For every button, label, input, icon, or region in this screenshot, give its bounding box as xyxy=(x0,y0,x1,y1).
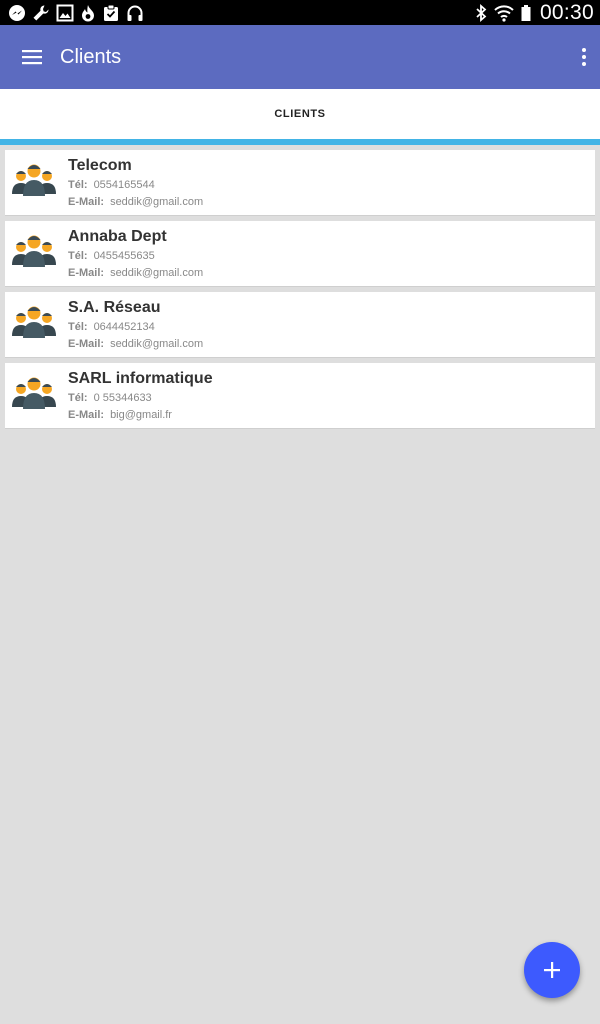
system-icons: 00:30 xyxy=(474,1,594,25)
email-value: big@gmail.fr xyxy=(110,409,172,421)
client-phone: Tél: 0455455635 xyxy=(68,250,155,262)
client-email: E-Mail: seddik@gmail.com xyxy=(68,196,203,208)
list-item[interactable]: S.A. Réseau Tél: 0644452134 E-Mail: seddik… xyxy=(5,292,595,358)
overflow-menu-button[interactable] xyxy=(580,47,588,67)
tab-clients[interactable]: CLIENTS xyxy=(0,89,600,139)
client-name: S.A. Réseau xyxy=(68,299,161,316)
phone-value: 0 55344633 xyxy=(93,392,152,404)
group-avatar-icon xyxy=(12,235,56,267)
clipboard-icon xyxy=(102,4,120,22)
client-email: E-Mail: seddik@gmail.com xyxy=(68,338,203,350)
wifi-icon xyxy=(494,4,514,22)
client-email: E-Mail: big@gmail.fr xyxy=(68,409,172,421)
group-avatar-icon xyxy=(12,306,56,338)
headphones-icon xyxy=(126,4,144,22)
client-phone: Tél: 0554165544 xyxy=(68,179,155,191)
phone-label: Tél: xyxy=(68,392,88,404)
email-value: seddik@gmail.com xyxy=(110,267,204,279)
status-bar: 00:30 xyxy=(0,0,600,25)
phone-value: 0644452134 xyxy=(93,321,155,333)
flame-icon xyxy=(80,4,96,22)
group-avatar-icon xyxy=(12,164,56,196)
client-email: E-Mail: seddik@gmail.com xyxy=(68,267,203,279)
email-value: seddik@gmail.com xyxy=(110,196,204,208)
phone-label: Tél: xyxy=(68,321,88,333)
tab-bar: CLIENTS xyxy=(0,89,600,145)
group-avatar-icon xyxy=(12,377,56,409)
phone-value: 0455455635 xyxy=(93,250,155,262)
client-name: Telecom xyxy=(68,157,132,174)
list-item[interactable]: Annaba Dept Tél: 0455455635 E-Mail: seddik… xyxy=(5,221,595,287)
phone-label: Tél: xyxy=(68,179,88,191)
client-list: Telecom Tél: 0554165544 E-Mail: seddik@gma… xyxy=(5,150,595,434)
phone-label: Tél: xyxy=(68,250,88,262)
tab-indicator xyxy=(0,139,600,145)
phone-value: 0554165544 xyxy=(93,179,155,191)
email-label: E-Mail: xyxy=(68,409,105,421)
email-label: E-Mail: xyxy=(68,338,105,350)
add-client-button[interactable] xyxy=(524,942,580,998)
image-icon xyxy=(56,4,74,22)
battery-icon xyxy=(520,4,532,22)
hamburger-menu-icon xyxy=(22,50,42,65)
client-name: Annaba Dept xyxy=(68,228,167,245)
notification-icons xyxy=(8,4,144,22)
client-phone: Tél: 0644452134 xyxy=(68,321,155,333)
clock: 00:30 xyxy=(539,0,594,24)
email-label: E-Mail: xyxy=(68,267,105,279)
more-vert-icon xyxy=(582,48,586,66)
client-phone: Tél: 0 55344633 xyxy=(68,392,152,404)
menu-button[interactable] xyxy=(22,49,42,65)
email-value: seddik@gmail.com xyxy=(110,338,204,350)
list-item[interactable]: Telecom Tél: 0554165544 E-Mail: seddik@gma… xyxy=(5,150,595,216)
app-bar: Clients xyxy=(0,25,600,89)
list-item[interactable]: SARL informatique Tél: 0 55344633 E-Mail:… xyxy=(5,363,595,429)
page-title: Clients xyxy=(60,45,122,68)
messenger-icon xyxy=(8,4,26,22)
bluetooth-icon xyxy=(474,3,488,22)
email-label: E-Mail: xyxy=(68,196,105,208)
client-name: SARL informatique xyxy=(68,370,213,387)
wrench-icon xyxy=(32,4,50,22)
plus-icon xyxy=(544,962,560,978)
